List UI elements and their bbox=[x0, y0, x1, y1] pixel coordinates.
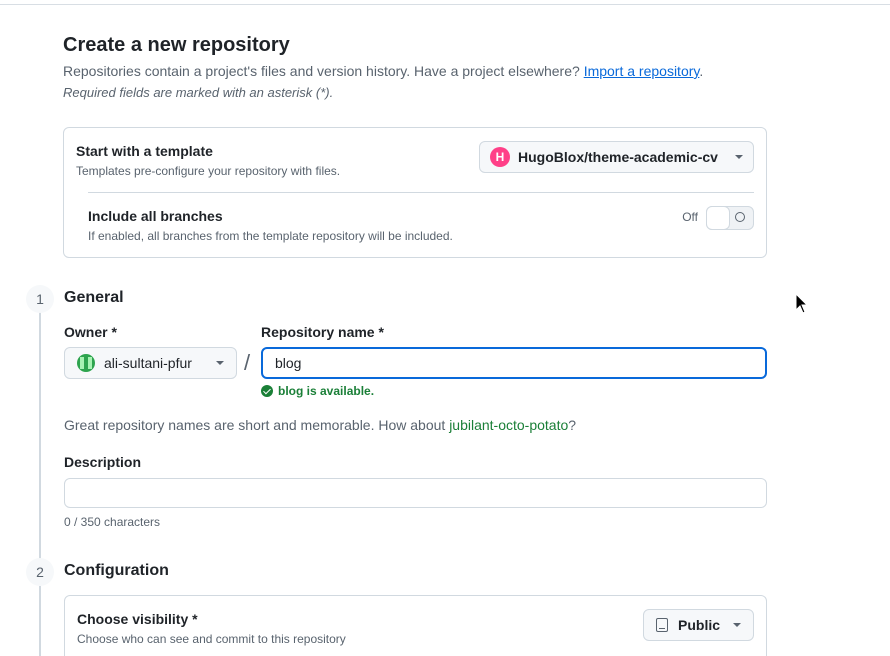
section-title-general: General bbox=[64, 289, 124, 306]
owner-select-button[interactable]: ali-sultani-pfur bbox=[64, 347, 237, 379]
template-divider bbox=[88, 192, 754, 193]
toggle-knob bbox=[706, 206, 730, 230]
toggle-state-label: Off bbox=[682, 210, 698, 224]
suggested-name-link[interactable]: jubilant-octo-potato bbox=[449, 417, 568, 433]
required-fields-note: Required fields are marked with an aster… bbox=[63, 85, 334, 100]
step-number-configuration: 2 bbox=[26, 558, 54, 586]
suggestion-end: ? bbox=[568, 417, 577, 433]
description-char-count: 0 / 350 characters bbox=[64, 515, 161, 529]
top-border bbox=[0, 4, 890, 5]
template-description: Templates pre-configure your repository … bbox=[76, 164, 341, 178]
description-input[interactable] bbox=[64, 478, 767, 508]
visibility-heading: Choose visibility * bbox=[77, 611, 198, 627]
visibility-description: Choose who can see and commit to this re… bbox=[77, 632, 346, 646]
template-select-button[interactable]: H HugoBlox/theme-academic-cv bbox=[479, 141, 754, 173]
include-branches-description: If enabled, all branches from the templa… bbox=[88, 229, 453, 243]
owner-label: Owner * bbox=[64, 324, 117, 340]
owner-select-label: ali-sultani-pfur bbox=[104, 355, 192, 371]
template-select-label: HugoBlox/theme-academic-cv bbox=[518, 149, 718, 165]
availability-message: blog is available. bbox=[261, 384, 374, 398]
include-branches-toggle[interactable] bbox=[706, 206, 754, 230]
name-suggestion: Great repository names are short and mem… bbox=[64, 417, 576, 433]
step-timeline-line bbox=[39, 312, 41, 562]
template-section: Start with a template Templates pre-conf… bbox=[63, 127, 767, 258]
repository-name-input[interactable] bbox=[261, 347, 767, 379]
description-label: Description bbox=[64, 454, 142, 470]
visibility-select-label: Public bbox=[678, 617, 721, 633]
include-branches-heading: Include all branches bbox=[88, 208, 223, 224]
step-number-general: 1 bbox=[26, 285, 54, 313]
import-repository-link[interactable]: Import a repository bbox=[584, 63, 700, 79]
suggestion-text: Great repository names are short and mem… bbox=[64, 417, 446, 433]
owner-avatar bbox=[77, 354, 95, 372]
visibility-select-button[interactable]: Public bbox=[643, 609, 754, 641]
page-title: Create a new repository bbox=[63, 34, 290, 56]
owner-repo-separator: / bbox=[244, 350, 251, 375]
check-circle-icon bbox=[261, 385, 273, 397]
repo-icon bbox=[656, 618, 668, 632]
step-timeline-line bbox=[39, 586, 41, 656]
chevron-down-icon bbox=[735, 155, 743, 159]
toggle-off-icon bbox=[735, 212, 745, 222]
hugoblox-logo-icon: H bbox=[490, 147, 510, 167]
page-subtitle: Repositories contain a project's files a… bbox=[63, 63, 703, 79]
visibility-section: Choose visibility * Choose who can see a… bbox=[64, 595, 767, 656]
availability-text: blog is available. bbox=[278, 384, 375, 398]
chevron-down-icon bbox=[733, 623, 741, 627]
chevron-down-icon bbox=[216, 361, 224, 365]
section-title-configuration: Configuration bbox=[64, 562, 169, 579]
subtitle-end: . bbox=[699, 63, 704, 79]
mouse-pointer-icon bbox=[795, 293, 809, 314]
template-heading: Start with a template bbox=[76, 143, 213, 159]
repo-name-label: Repository name * bbox=[261, 324, 384, 340]
subtitle-text: Repositories contain a project's files a… bbox=[63, 63, 580, 79]
